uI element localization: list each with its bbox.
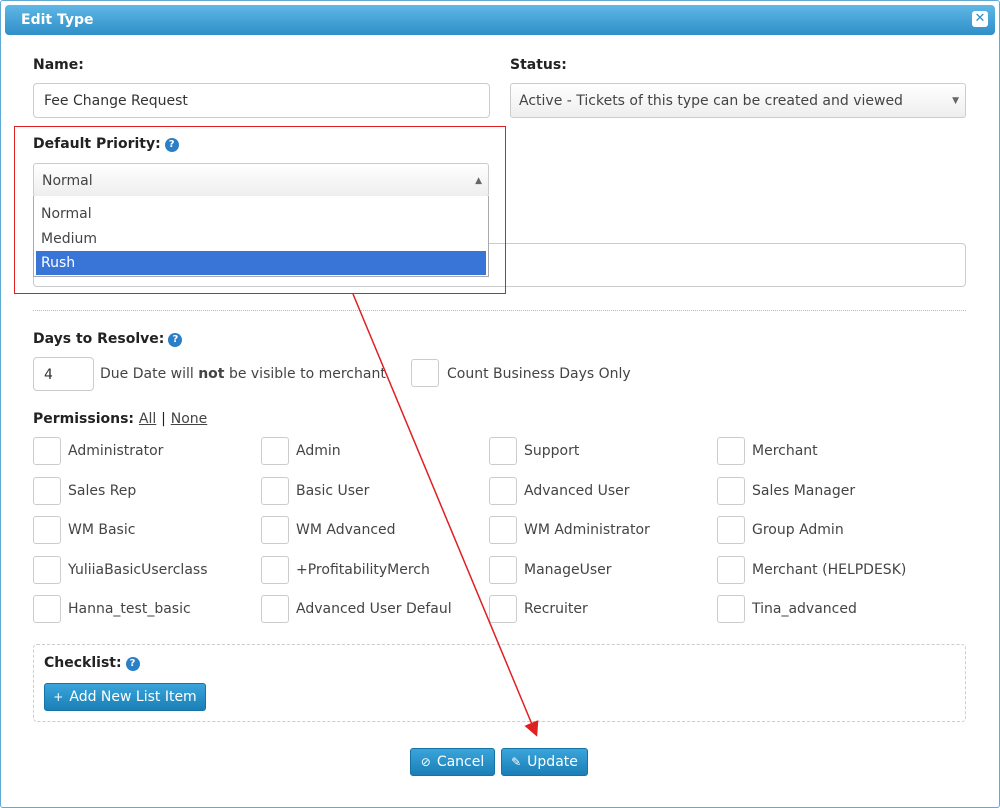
annotation-arrow <box>352 293 539 737</box>
